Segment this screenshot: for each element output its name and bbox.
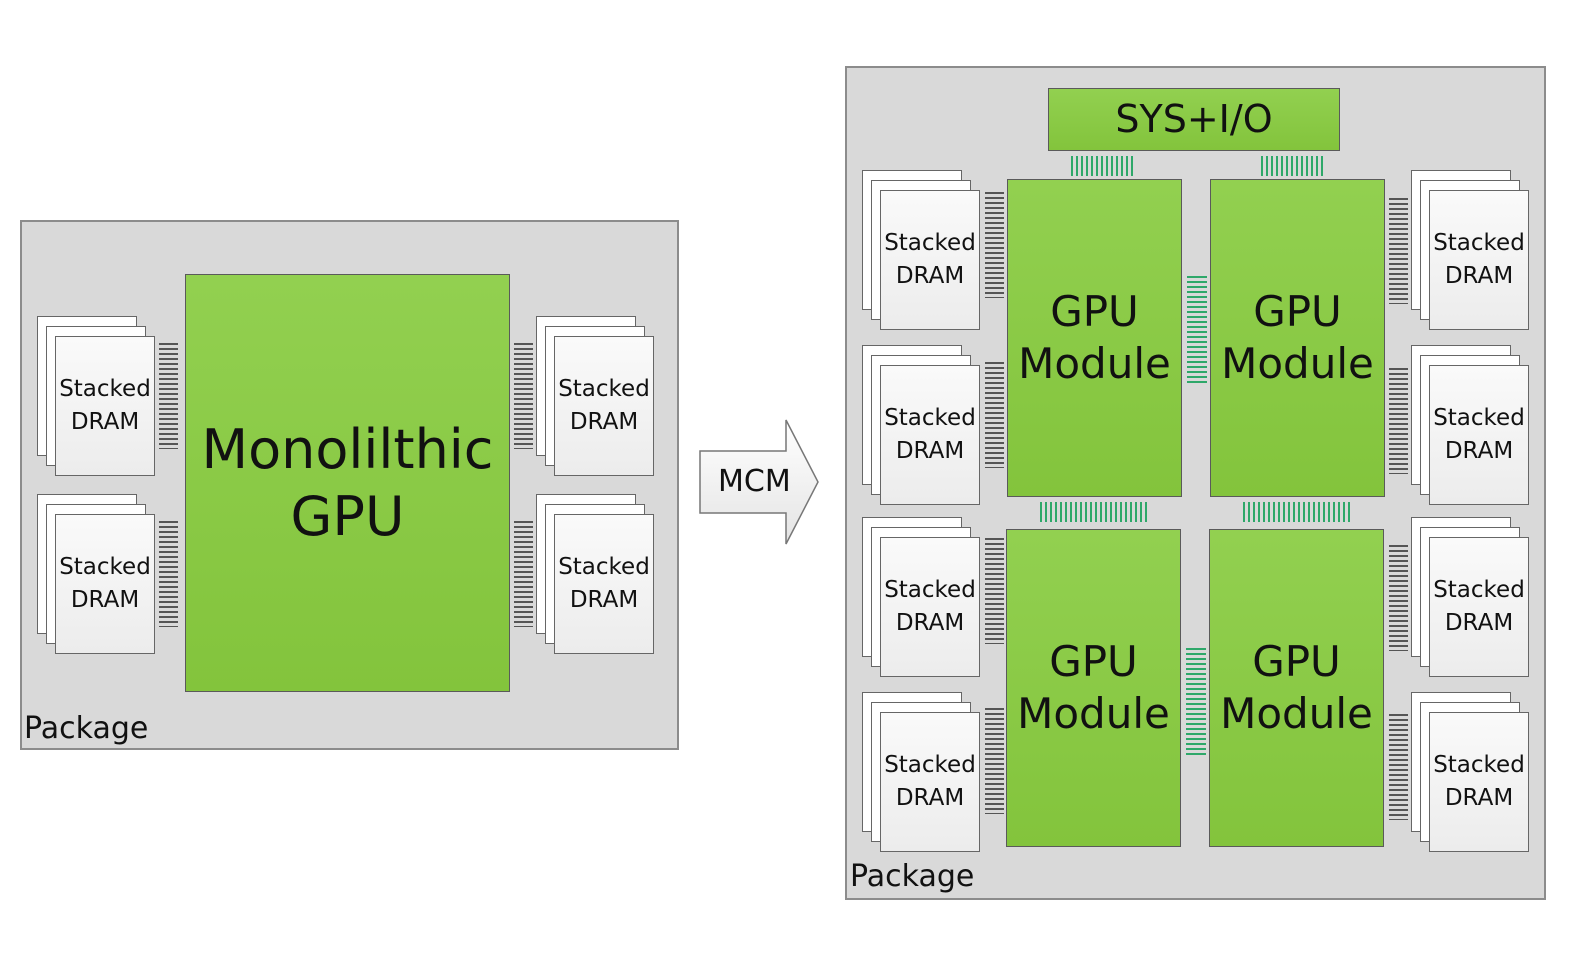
monolithic-gpu: Monolilthic GPU <box>185 274 510 692</box>
dram-phy-link <box>985 192 1004 298</box>
module-link-vertical <box>1187 276 1207 384</box>
dram-label-line2: DRAM <box>895 610 965 636</box>
dram-phy-link <box>1389 198 1408 304</box>
stacked-dram: Stacked DRAM <box>554 514 654 654</box>
dram-label-line1: Stacked <box>1433 229 1525 256</box>
dram-label-line2: DRAM <box>70 587 140 613</box>
gpu-label-line1: Monolilthic <box>201 417 494 481</box>
gpu-module: GPU Module <box>1006 529 1181 847</box>
stacked-dram: Stacked DRAM <box>1429 365 1529 505</box>
stacked-dram: Stacked DRAM <box>55 336 155 476</box>
dram-label-line1: Stacked <box>59 375 151 402</box>
stacked-dram: Stacked DRAM <box>55 514 155 654</box>
dram-phy-link <box>159 343 178 449</box>
stacked-dram: Stacked DRAM <box>1429 537 1529 677</box>
dram-label-line2: DRAM <box>895 785 965 811</box>
dram-label-line2: DRAM <box>569 409 639 435</box>
module-link-horizontal <box>1040 502 1148 522</box>
module-label-line2: Module <box>1017 689 1170 738</box>
sys-io-block: SYS+I/O <box>1048 88 1340 151</box>
gpu-module: GPU Module <box>1007 179 1182 497</box>
dram-label-line1: Stacked <box>1433 751 1525 778</box>
module-label-line1: GPU <box>1050 286 1139 336</box>
module-link-horizontal <box>1243 502 1351 522</box>
dram-label-line1: Stacked <box>558 553 650 580</box>
dram-phy-link <box>1389 714 1408 820</box>
sysio-link <box>1071 156 1133 176</box>
dram-label-line1: Stacked <box>558 375 650 402</box>
stacked-dram: Stacked DRAM <box>554 336 654 476</box>
dram-label-line2: DRAM <box>895 263 965 289</box>
module-label-line2: Module <box>1018 339 1171 388</box>
dram-label-line2: DRAM <box>1444 438 1514 464</box>
mcm-label: MCM <box>718 464 791 499</box>
package-label: Package <box>24 711 149 746</box>
gpu-module: GPU Module <box>1210 179 1385 497</box>
dram-label-line2: DRAM <box>1444 263 1514 289</box>
dram-label-line1: Stacked <box>1433 576 1525 603</box>
dram-phy-link <box>985 708 1004 814</box>
gpu-label-line2: GPU <box>290 485 405 548</box>
dram-phy-link <box>1389 368 1408 474</box>
dram-label-line1: Stacked <box>1433 404 1525 431</box>
module-label-line2: Module <box>1220 689 1373 738</box>
module-link-vertical <box>1186 648 1206 756</box>
module-label-line1: GPU <box>1253 286 1342 336</box>
module-label-line2: Module <box>1221 339 1374 388</box>
dram-phy-link <box>985 362 1004 468</box>
sysio-link <box>1261 156 1323 176</box>
dram-label-line2: DRAM <box>569 587 639 613</box>
stacked-dram: Stacked DRAM <box>880 537 980 677</box>
module-label-line1: GPU <box>1049 636 1138 686</box>
gpu-module: GPU Module <box>1209 529 1384 847</box>
dram-label-line1: Stacked <box>884 576 976 603</box>
stacked-dram: Stacked DRAM <box>880 365 980 505</box>
dram-label-line1: Stacked <box>884 404 976 431</box>
stacked-dram: Stacked DRAM <box>880 190 980 330</box>
dram-label-line2: DRAM <box>1444 610 1514 636</box>
dram-phy-link <box>514 343 533 449</box>
dram-phy-link <box>159 521 178 627</box>
dram-label-line2: DRAM <box>895 438 965 464</box>
package-label-mcm: Package <box>850 859 975 894</box>
stacked-dram: Stacked DRAM <box>880 712 980 852</box>
stacked-dram: Stacked DRAM <box>1429 190 1529 330</box>
dram-label-line2: DRAM <box>1444 785 1514 811</box>
dram-label-line1: Stacked <box>884 229 976 256</box>
dram-label-line1: Stacked <box>59 553 151 580</box>
module-label-line1: GPU <box>1252 636 1341 686</box>
dram-phy-link <box>1389 545 1408 651</box>
dram-label-line2: DRAM <box>70 409 140 435</box>
sys-io-label: SYS+I/O <box>1115 96 1273 141</box>
dram-phy-link <box>985 538 1004 644</box>
dram-phy-link <box>514 521 533 627</box>
dram-label-line1: Stacked <box>884 751 976 778</box>
stacked-dram: Stacked DRAM <box>1429 712 1529 852</box>
